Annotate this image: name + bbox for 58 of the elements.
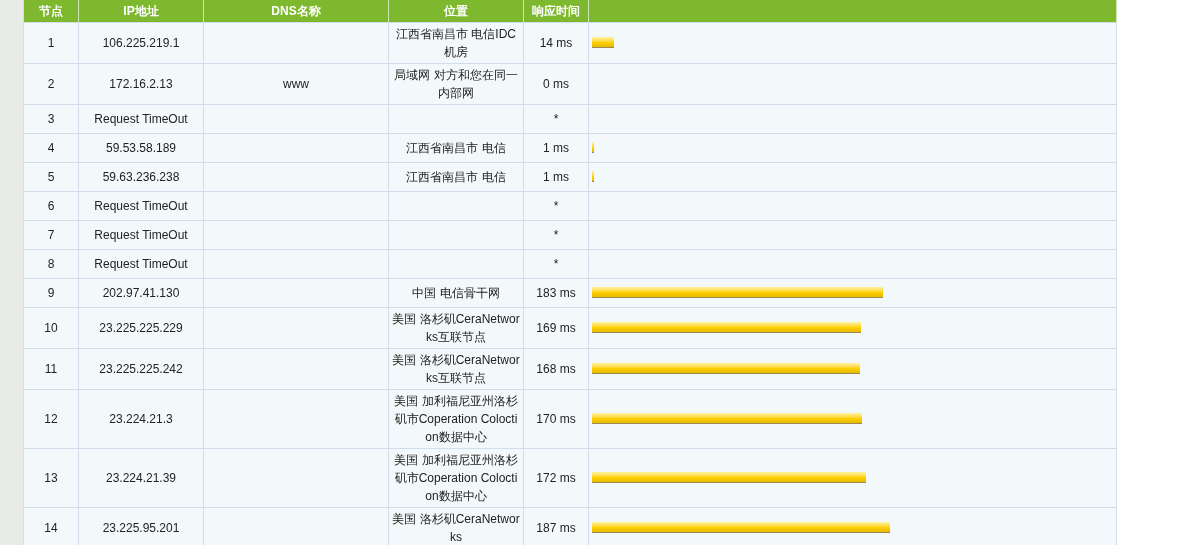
hop-number: 11: [44, 361, 58, 376]
ip-address: Request TimeOut: [94, 198, 188, 213]
response-time: 168 ms: [536, 361, 576, 376]
location-text: 美国 洛杉矶CeraNetworks互联节点: [392, 351, 520, 387]
ip-address: 59.53.58.189: [105, 140, 177, 155]
response-time: 170 ms: [536, 411, 576, 426]
location-text: 江西省南昌市 电信: [405, 139, 507, 157]
ip-address: 59.63.236.238: [102, 169, 180, 184]
ip-address: 23.225.225.242: [99, 361, 183, 376]
column-header: 节点: [23, 0, 79, 22]
response-time: 187 ms: [536, 520, 576, 535]
response-time: *: [553, 198, 559, 213]
response-time: *: [553, 256, 559, 271]
location-text: 中国 电信骨干网: [411, 284, 501, 302]
hop-number: 8: [47, 256, 55, 271]
column-header: 位置: [388, 0, 524, 22]
location-text: 美国 加利福尼亚州洛杉矶市Coperation Coloction数据中心: [393, 392, 519, 446]
ip-address: 23.224.21.3: [109, 411, 173, 426]
ip-address: 23.225.95.201: [102, 520, 180, 535]
hop-number: 7: [47, 227, 55, 242]
response-time: 169 ms: [536, 320, 576, 335]
response-time: 14 ms: [539, 35, 573, 50]
location-text: 美国 洛杉矶CeraNetworks互联节点: [392, 310, 520, 346]
hop-number: 3: [47, 111, 55, 126]
ip-address: 23.225.225.229: [99, 320, 183, 335]
location-text: 江西省南昌市 电信IDC机房: [395, 25, 517, 61]
ip-address: 202.97.41.130: [102, 285, 180, 300]
column-header: 响应时间: [523, 0, 589, 22]
response-time: 183 ms: [536, 285, 576, 300]
ip-address: 23.224.21.39: [105, 470, 177, 485]
location-text: 局域网 对方和您在同一内部网: [393, 66, 519, 102]
hop-number: 10: [44, 320, 58, 335]
location-text: 美国 洛杉矶CeraNetworks: [392, 510, 520, 545]
location-text: 美国 加利福尼亚州洛杉矶市Coperation Coloction数据中心: [393, 451, 519, 505]
response-time: *: [553, 227, 559, 242]
ip-address: Request TimeOut: [94, 227, 188, 242]
response-time: 1 ms: [543, 140, 569, 155]
response-time: 172 ms: [536, 470, 576, 485]
response-time: 1 ms: [543, 169, 569, 184]
hop-number: 14: [44, 520, 58, 535]
hop-number: 1: [47, 35, 55, 50]
ip-address: Request TimeOut: [94, 111, 188, 126]
column-header: DNS名称: [203, 0, 389, 22]
response-time: *: [553, 111, 559, 126]
dns-name: www: [283, 76, 309, 91]
hop-number: 4: [47, 140, 55, 155]
column-header: IP地址: [78, 0, 204, 22]
response-time: 0 ms: [543, 76, 569, 91]
hop-number: 6: [47, 198, 55, 213]
ip-address: 106.225.219.1: [102, 35, 180, 50]
hop-number: 12: [44, 411, 58, 426]
ip-address: Request TimeOut: [94, 256, 188, 271]
hop-number: 9: [47, 285, 55, 300]
hop-number: 13: [44, 470, 58, 485]
location-text: 江西省南昌市 电信: [405, 168, 507, 186]
hop-number: 2: [47, 76, 55, 91]
hop-number: 5: [47, 169, 55, 184]
ip-address: 172.16.2.13: [109, 76, 173, 91]
